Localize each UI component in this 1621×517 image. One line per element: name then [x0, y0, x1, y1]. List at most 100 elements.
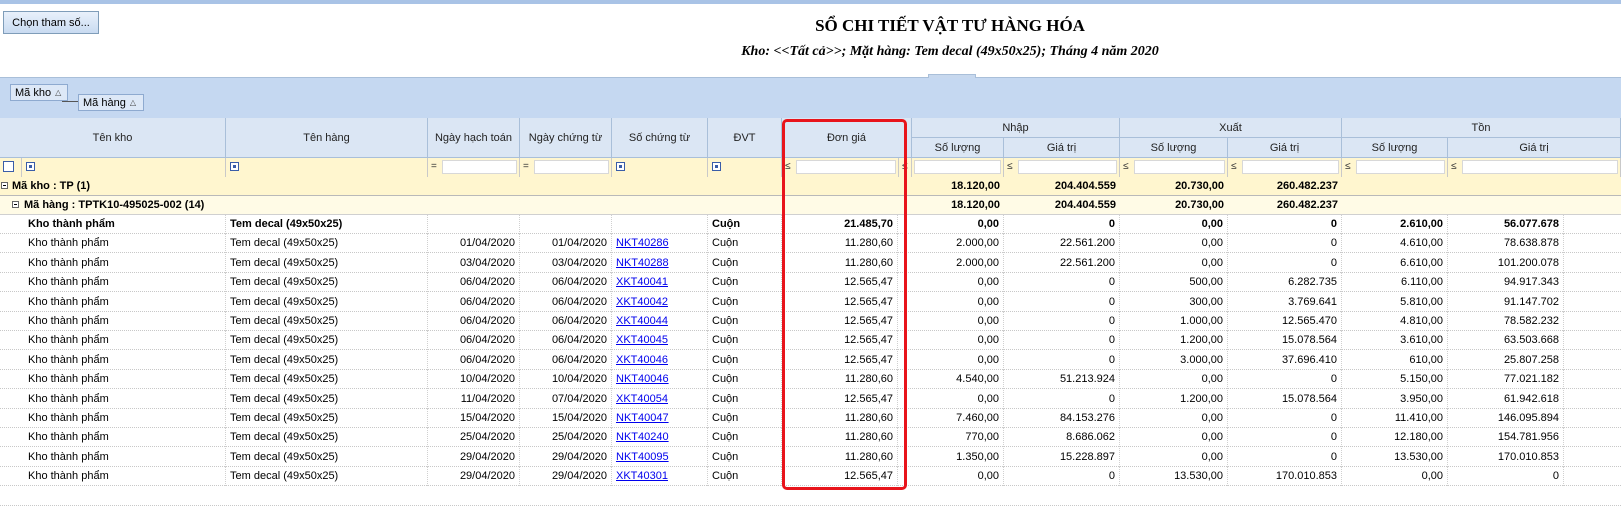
col-header-ton-so-luong[interactable]: Số lượng [1342, 138, 1448, 158]
cell-so-chung-tu[interactable]: NKT40286 [612, 234, 708, 254]
cell-so-chung-tu[interactable]: NKT40240 [612, 428, 708, 448]
col-header-ngay-chung-tu[interactable]: Ngày chứng từ [520, 118, 612, 158]
col-header-nhap-gia-tri[interactable]: Giá trị [1004, 138, 1120, 158]
col-header-ton[interactable]: Tồn [1342, 118, 1621, 138]
cell-nhap-so-luong: 0,00 [912, 292, 1004, 312]
filter-operator[interactable]: ≤ [1345, 161, 1351, 172]
filter-operator-icon[interactable] [230, 162, 239, 171]
cell-so-chung-tu[interactable]: NKT40095 [612, 447, 708, 467]
cell-ngay-chung-tu: 01/04/2020 [520, 234, 612, 254]
cell-so-chung-tu[interactable]: XKT40046 [612, 350, 708, 370]
filter-nhap-so-luong[interactable] [912, 158, 1004, 177]
cell-so-chung-tu[interactable]: XKT40054 [612, 389, 708, 409]
cell-nhap-so-luong: 0,00 [912, 312, 1004, 331]
filter-input[interactable] [1018, 160, 1117, 174]
col-header-nhap-so-luong[interactable]: Số lượng [912, 138, 1004, 158]
cell-so-chung-tu[interactable]: XKT40041 [612, 273, 708, 293]
filter-editor-icon[interactable] [3, 161, 14, 172]
cell-ten-kho: Kho thành phẩm [24, 428, 226, 448]
cell-so-chung-tu[interactable]: XKT40301 [612, 467, 708, 487]
filter-operator-icon[interactable] [712, 162, 721, 171]
table-row[interactable]: Kho thành phẩm Tem decal (49x50x25) 06/04/… [0, 312, 1621, 331]
group-row-ma-hang[interactable]: Mã hàng : TPTK10-495025-002 (14) 18.120,… [0, 196, 1621, 215]
table-row[interactable]: Kho thành phẩm Tem decal (49x50x25) 06/04/… [0, 350, 1621, 370]
table-row[interactable]: Kho thành phẩm Tem decal (49x50x25) 15/04/… [0, 409, 1621, 428]
filter-input[interactable] [914, 160, 1001, 174]
filter-ten-hang[interactable] [226, 158, 428, 177]
cell-so-chung-tu[interactable]: NKT40288 [612, 253, 708, 273]
cell-ten-kho: Kho thành phẩm [24, 331, 226, 351]
filter-ngay-hach-toan[interactable]: = [428, 158, 520, 177]
filter-ton-so-luong[interactable]: ≤ [1342, 158, 1448, 177]
filter-operator-icon[interactable] [26, 162, 35, 171]
filter-input[interactable] [1242, 160, 1339, 174]
filter-xuat-gia-tri[interactable]: ≤ [1228, 158, 1342, 177]
filter-ngay-chung-tu[interactable]: = [520, 158, 612, 177]
cell-so-chung-tu[interactable]: NKT40047 [612, 409, 708, 428]
filter-input[interactable] [1356, 160, 1445, 174]
filter-operator[interactable]: ≤ [1451, 161, 1457, 172]
filter-xuat-so-luong[interactable]: ≤ [1120, 158, 1228, 177]
col-header-ten-hang[interactable]: Tên hàng [226, 118, 428, 158]
cell-so-chung-tu[interactable]: NKT40046 [612, 370, 708, 390]
table-row[interactable]: Kho thành phẩm Tem decal (49x50x25) 06/04/… [0, 273, 1621, 293]
cell-so-chung-tu[interactable]: XKT40042 [612, 292, 708, 312]
filter-input[interactable] [796, 160, 896, 174]
col-header-ngay-hach-toan[interactable]: Ngày hạch toán [428, 118, 520, 158]
filter-operator[interactable]: ≤ [1123, 161, 1129, 172]
filter-operator[interactable]: = [523, 161, 529, 172]
filter-input[interactable] [442, 160, 517, 174]
filter-input[interactable] [1134, 160, 1225, 174]
filter-input[interactable] [1462, 160, 1618, 174]
filter-operator[interactable]: ≤ [902, 161, 908, 172]
table-row[interactable]: Kho thành phẩm Tem decal (49x50x25) 25/04/… [0, 428, 1621, 448]
filter-ten-kho[interactable] [22, 158, 226, 177]
choose-params-button[interactable]: Chọn tham số... [3, 11, 99, 34]
group-chip-ma-hang[interactable]: Mã hàng △ [78, 94, 144, 111]
group-row-ma-kho[interactable]: Mã kho : TP (1) 18.120,00 204.404.559 20… [0, 177, 1621, 196]
col-header-ton-gia-tri[interactable]: Giá trị [1448, 138, 1621, 158]
filter-operator[interactable]: = [431, 161, 437, 172]
col-header-xuat-so-luong[interactable]: Số lượng [1120, 138, 1228, 158]
cell-xuat-so-luong: 1.000,00 [1120, 312, 1228, 331]
filter-operator[interactable]: ≤ [1007, 161, 1013, 172]
col-header-xuat[interactable]: Xuất [1120, 118, 1342, 138]
cell-xuat-so-luong: 13.530,00 [1120, 467, 1228, 487]
cell-nhap-gia-tri: 15.228.897 [1004, 447, 1120, 467]
cell-so-chung-tu[interactable]: XKT40045 [612, 331, 708, 351]
table-row[interactable]: Kho thành phẩm Tem decal (49x50x25) Cuộn 21… [0, 215, 1621, 234]
col-header-dvt[interactable]: ĐVT [708, 118, 782, 158]
cell-ngay-chung-tu: 07/04/2020 [520, 389, 612, 409]
collapse-icon[interactable] [1, 182, 8, 189]
table-row[interactable]: Kho thành phẩm Tem decal (49x50x25) 01/04/… [0, 234, 1621, 254]
col-header-nhap[interactable]: Nhập [912, 118, 1120, 138]
cell-ngay-chung-tu: 10/04/2020 [520, 370, 612, 390]
table-row[interactable]: Kho thành phẩm Tem decal (49x50x25) 29/04/… [0, 467, 1621, 487]
table-row[interactable]: Kho thành phẩm Tem decal (49x50x25) 11/04/… [0, 389, 1621, 409]
cell-ten-kho: Kho thành phẩm [24, 215, 226, 234]
table-row[interactable]: Kho thành phẩm Tem decal (49x50x25) 06/04/… [0, 331, 1621, 351]
table-row[interactable]: Kho thành phẩm Tem decal (49x50x25) 06/04/… [0, 292, 1621, 312]
filter-dvt[interactable] [708, 158, 782, 177]
col-header-xuat-gia-tri[interactable]: Giá trị [1228, 138, 1342, 158]
filter-operator[interactable]: ≤ [785, 161, 791, 172]
filter-clear-cell[interactable] [0, 158, 22, 177]
cell-so-chung-tu[interactable]: XKT40044 [612, 312, 708, 331]
table-row[interactable]: Kho thành phẩm Tem decal (49x50x25) 29/04/… [0, 447, 1621, 467]
collapse-icon[interactable] [12, 201, 19, 208]
col-header-ten-kho[interactable]: Tên kho [0, 118, 226, 158]
col-header-so-chung-tu[interactable]: Số chứng từ [612, 118, 708, 158]
filter-so-chung-tu[interactable] [612, 158, 708, 177]
filter-operator-icon[interactable] [616, 162, 625, 171]
filter-nhap-gia-tri[interactable]: ≤ [1004, 158, 1120, 177]
col-header-don-gia[interactable]: Đơn giá [782, 118, 912, 158]
filter-operator[interactable]: ≤ [1231, 161, 1237, 172]
col-header-label: Tên kho [92, 131, 133, 144]
group-chip-ma-kho[interactable]: Mã kho △ [10, 84, 68, 101]
table-row[interactable]: Kho thành phẩm Tem decal (49x50x25) 10/04/… [0, 370, 1621, 390]
filter-ton-gia-tri[interactable]: ≤ [1448, 158, 1621, 177]
filter-input[interactable] [534, 160, 609, 174]
table-row[interactable]: Kho thành phẩm Tem decal (49x50x25) 03/04/… [0, 253, 1621, 273]
filter-don-gia[interactable]: ≤ [782, 158, 899, 177]
cell-dvt: Cuộn [708, 331, 782, 351]
